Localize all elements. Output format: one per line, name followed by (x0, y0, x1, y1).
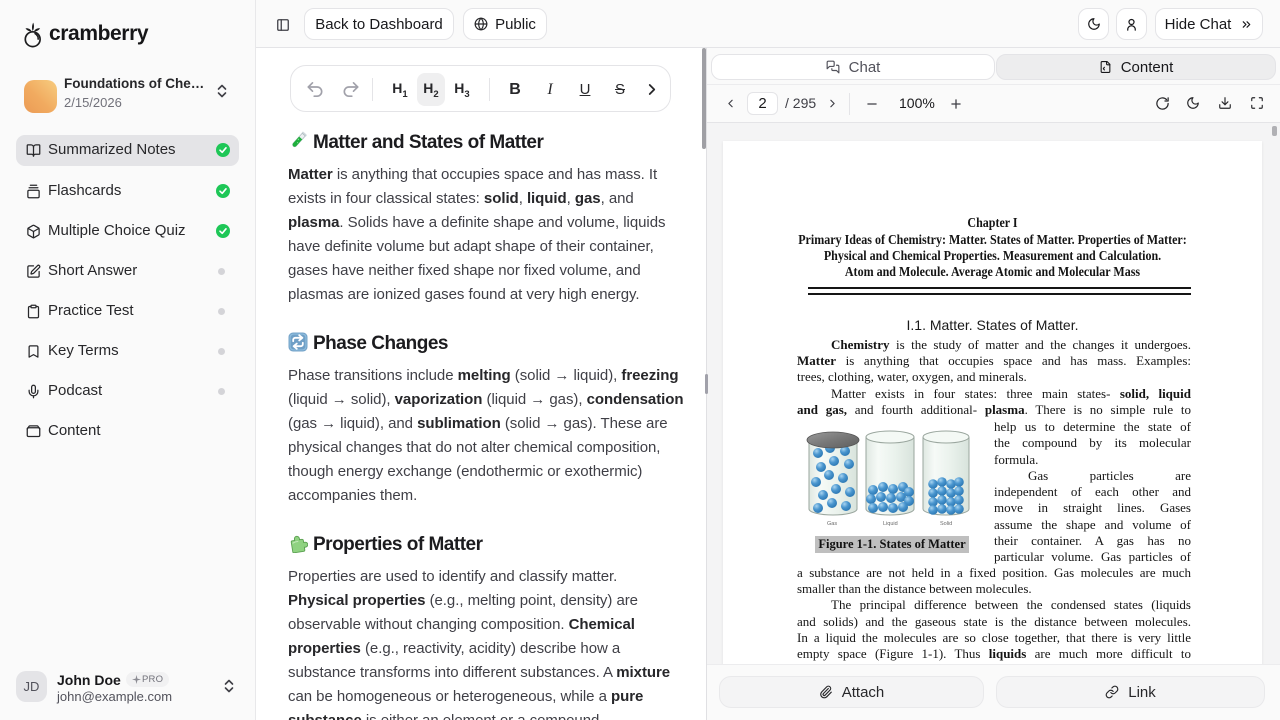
svg-text:Liquid: Liquid (883, 521, 898, 527)
svg-text:Solid: Solid (940, 521, 952, 527)
svg-text:Gas: Gas (827, 521, 837, 527)
